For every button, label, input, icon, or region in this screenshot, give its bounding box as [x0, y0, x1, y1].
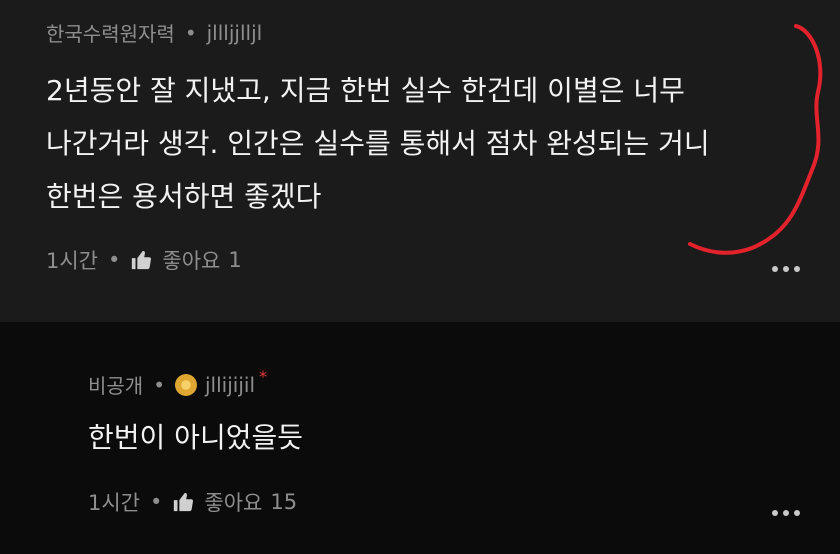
more-dots-icon	[794, 510, 800, 516]
reply-time: 1시간	[88, 491, 141, 515]
like-count: 1	[228, 248, 242, 272]
more-dots-icon	[783, 510, 789, 516]
author-marker: *	[259, 367, 268, 386]
thumbs-up-icon	[174, 492, 194, 512]
comment-body-line: 2년동안 잘 지냈고, 지금 한번 실수 한건데 이별은 너무	[46, 74, 685, 107]
like-button[interactable]: 좋아요 1	[130, 245, 242, 275]
comment-time: 1시간	[46, 249, 99, 273]
reply-username[interactable]: jllijijil	[205, 373, 255, 397]
meta-separator: •	[150, 490, 163, 514]
more-dots-icon	[794, 266, 800, 272]
reply-author-group[interactable]: 비공개	[88, 370, 143, 399]
more-dots-icon	[772, 510, 778, 516]
comment-footer: 1시간 • 좋아요 1	[46, 245, 242, 275]
meta-separator: •	[153, 372, 165, 397]
reply-meta: 비공개 • jllijijil *	[88, 367, 268, 399]
like-label: 좋아요	[162, 249, 221, 273]
like-count: 15	[270, 490, 298, 514]
comment-body-line: 나간거라 생각. 인간은 실수를 통해서 점차 완성되는 거니	[46, 127, 710, 160]
comment-body-line: 한번은 용서하면 좋겠다	[46, 180, 322, 213]
reply-footer: 1시간 • 좋아요 15	[88, 487, 297, 517]
user-badge-icon	[175, 373, 197, 396]
thumbs-up-icon	[132, 250, 152, 270]
more-dots-icon	[772, 266, 778, 272]
comment-card: 한국수력원자력 • jllljjlljl 2년동안 잘 지냈고, 지금 한번 실…	[0, 0, 840, 322]
more-options-button[interactable]	[772, 266, 800, 272]
reply-body: 한번이 아니었을듯	[88, 421, 303, 454]
comment-body: 2년동안 잘 지냈고, 지금 한번 실수 한건데 이별은 너무 나간거라 생각.…	[46, 64, 710, 223]
more-options-button[interactable]	[772, 510, 800, 516]
more-dots-icon	[783, 266, 789, 272]
comment-author-group[interactable]: 한국수력원자력	[46, 18, 175, 47]
like-button[interactable]: 좋아요 15	[172, 487, 297, 517]
meta-separator: •	[108, 248, 121, 272]
like-label: 좋아요	[204, 491, 263, 515]
comment-meta: 한국수력원자력 • jllljjlljl	[46, 18, 262, 47]
reply-card: 비공개 • jllijijil * 한번이 아니었을듯 1시간 • 좋아요 15	[0, 322, 840, 554]
comment-username[interactable]: jllljjlljl	[207, 21, 263, 45]
meta-separator: •	[184, 20, 197, 45]
